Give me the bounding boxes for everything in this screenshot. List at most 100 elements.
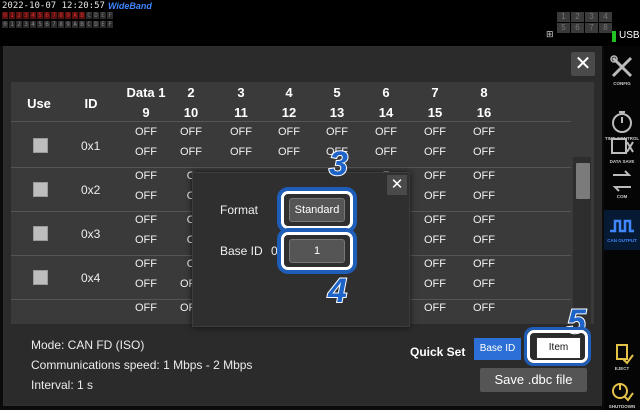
data-cell[interactable]: OFF: [415, 214, 455, 226]
data-cell[interactable]: OFF: [171, 146, 211, 158]
indicator-cell: 2: [16, 12, 22, 19]
data-cell[interactable]: OFF: [415, 190, 455, 202]
com-icon: [612, 170, 632, 192]
data-cell[interactable]: OFF: [464, 278, 504, 290]
sidebar-item-eject[interactable]: EJECT: [604, 336, 640, 376]
col-header-data-11: 11: [234, 105, 248, 120]
data-cell[interactable]: OFF: [221, 146, 261, 158]
col-header-data-3: 3: [237, 85, 245, 100]
indicator-cell: D: [93, 12, 99, 19]
use-checkbox[interactable]: [33, 182, 48, 197]
indicator-cell: 8: [58, 21, 64, 28]
data-cell[interactable]: OFF: [415, 170, 455, 182]
data-cell[interactable]: OFF: [171, 126, 211, 138]
data-cell[interactable]: OFF: [464, 126, 504, 138]
data-cell[interactable]: OFF: [366, 146, 406, 158]
use-checkbox[interactable]: [33, 138, 48, 153]
data-cell[interactable]: OFF: [464, 170, 504, 182]
quick-set-base-id-button[interactable]: Base ID: [474, 338, 521, 360]
channel-indicator-1: 1: [557, 12, 570, 22]
indicator-cell: 9: [65, 21, 71, 28]
base-id-input[interactable]: 1: [289, 239, 345, 263]
use-checkbox[interactable]: [33, 270, 48, 285]
data-cell[interactable]: OFF: [269, 146, 309, 158]
data-cell[interactable]: OFF: [221, 126, 261, 138]
header-divider: [11, 121, 571, 122]
data-cell[interactable]: OFF: [126, 170, 166, 182]
sidebar-item-config[interactable]: CONFIG: [604, 49, 640, 89]
indicator-cell: 3: [23, 12, 29, 19]
sidebar-item-can-output[interactable]: CAN OUTPUT: [604, 210, 640, 250]
data-cell[interactable]: OFF: [464, 214, 504, 226]
tools-icon: [610, 55, 633, 78]
data-cell[interactable]: OFF: [464, 258, 504, 270]
col-header-data-1: Data 1: [126, 85, 166, 100]
save-dbc-button[interactable]: Save .dbc file: [480, 368, 587, 392]
data-cell[interactable]: OFF: [126, 146, 166, 158]
data-cell[interactable]: OFF: [126, 278, 166, 290]
sidebar-item-shutdown[interactable]: SHUTDOWN: [604, 374, 640, 410]
use-checkbox[interactable]: [33, 226, 48, 241]
data-cell[interactable]: OFF: [126, 190, 166, 202]
channel-indicators: 1234 5678: [557, 12, 612, 33]
data-cell[interactable]: OFF: [415, 258, 455, 270]
network-icon: ⊞: [546, 30, 554, 40]
indicator-cell: D: [93, 21, 99, 28]
data-save-icon: [611, 138, 634, 154]
data-cell[interactable]: OFF: [269, 126, 309, 138]
indicator-cell: 7: [51, 12, 57, 19]
indicator-cell: A: [72, 21, 78, 28]
data-cell[interactable]: OFF: [464, 234, 504, 246]
dialog-close-button[interactable]: ✕: [571, 52, 595, 76]
indicator-cell: 4: [30, 12, 36, 19]
data-cell[interactable]: OFF: [317, 126, 357, 138]
data-cell[interactable]: OFF: [366, 126, 406, 138]
data-cell[interactable]: OFF: [126, 126, 166, 138]
col-header-data-4: 4: [285, 85, 293, 100]
data-cell[interactable]: OFF: [415, 302, 455, 314]
col-header-data-2: 2: [187, 85, 195, 100]
col-header-data-7: 7: [431, 85, 439, 100]
data-cell[interactable]: OFF: [415, 126, 455, 138]
col-header-use: Use: [27, 96, 51, 111]
data-cell[interactable]: OFF: [464, 190, 504, 202]
data-cell[interactable]: OFF: [126, 258, 166, 270]
col-header-data-16: 16: [476, 105, 492, 120]
callout-4: 4: [327, 272, 348, 310]
data-cell[interactable]: OFF: [464, 302, 504, 314]
indicator-cell: 1: [9, 12, 15, 19]
indicator-cell: 5: [37, 21, 43, 28]
data-cell[interactable]: OFF: [464, 146, 504, 158]
indicator-cell: 3: [23, 21, 29, 28]
scrollbar-thumb[interactable]: [576, 163, 590, 199]
indicator-cell: 0: [2, 12, 8, 19]
indicator-cell: 7: [51, 21, 57, 28]
callout-3: 3: [328, 145, 349, 183]
popup-close-button[interactable]: ✕: [387, 175, 407, 195]
col-header-data-9: 9: [142, 105, 150, 120]
indicator-cell: F: [107, 12, 113, 19]
channel-indicator-4: 4: [599, 12, 612, 22]
data-cell[interactable]: OFF: [126, 302, 166, 314]
indicator-cell: 9: [65, 12, 71, 19]
indicator-row-2: 0123456789ABCDEF: [2, 21, 113, 28]
col-header-data-12: 12: [281, 105, 297, 120]
data-cell[interactable]: OFF: [126, 214, 166, 226]
indicator-cell: 5: [37, 12, 43, 19]
data-cell[interactable]: OFF: [126, 234, 166, 246]
mode-badge: WideBand: [108, 1, 152, 11]
eject-icon: [616, 344, 634, 365]
sidebar-item-com[interactable]: COM: [604, 164, 640, 204]
quick-set-item-button[interactable]: Item: [536, 337, 581, 359]
row-id: 0x2: [81, 183, 101, 197]
data-cell[interactable]: OFF: [415, 234, 455, 246]
shutdown-icon: [612, 383, 634, 402]
indicator-cell: 6: [44, 21, 50, 28]
format-select[interactable]: Standard: [289, 198, 345, 222]
sidebar: CONFIG TIME CONTROL DATA SAVE COM CAN OU…: [604, 46, 640, 410]
channel-indicator-8: 8: [599, 23, 612, 33]
data-cell[interactable]: OFF: [415, 146, 455, 158]
data-cell[interactable]: OFF: [415, 278, 455, 290]
indicator-row-1: 0123456789ABCDEF: [2, 12, 113, 19]
col-header-data-8: 8: [480, 85, 488, 100]
